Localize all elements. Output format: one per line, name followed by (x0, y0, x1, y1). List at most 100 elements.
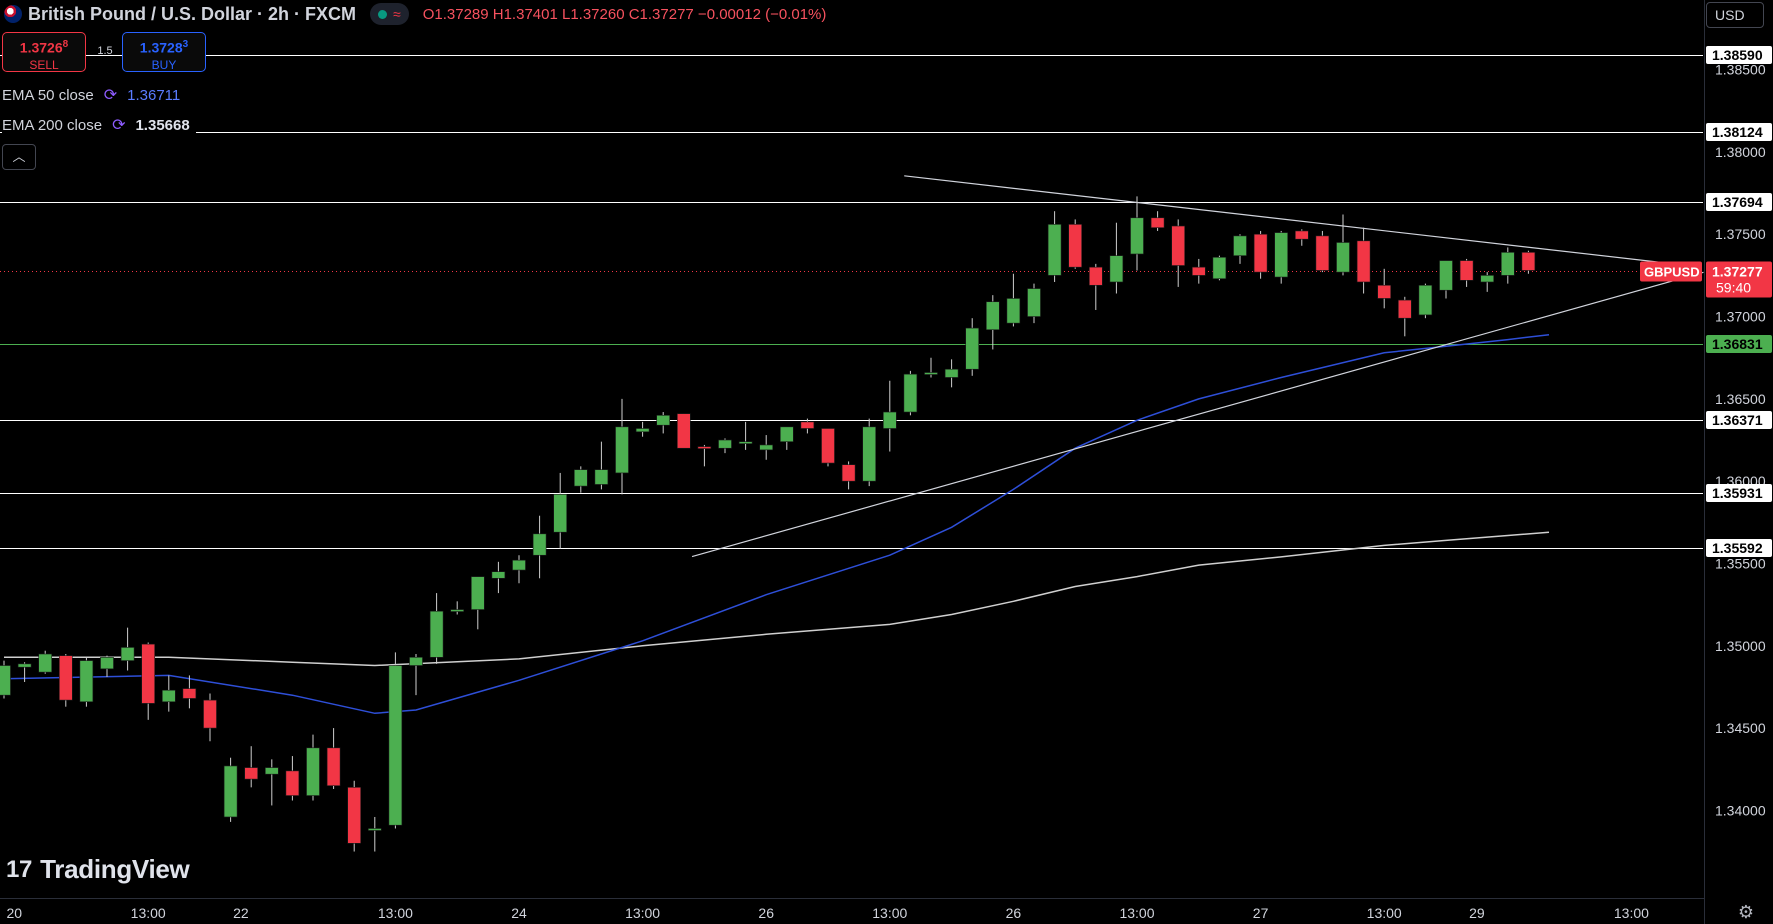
candle (223, 757, 238, 822)
candle-body (1130, 217, 1144, 255)
candle (1068, 219, 1082, 269)
candle-body (182, 688, 197, 699)
wave-icon: ≈ (393, 6, 401, 22)
symbol-title[interactable]: British Pound / U.S. Dollar · 2h · FXCM (28, 4, 356, 25)
candle-body (450, 609, 465, 612)
buy-button[interactable]: 1.37283 BUY (122, 32, 206, 72)
candle-body (656, 415, 671, 426)
chart-background (0, 0, 1773, 924)
ohlc-values: O1.37289 H1.37401 L1.37260 C1.37277 −0.0… (422, 5, 827, 23)
candle-body (326, 747, 341, 786)
candle-body (306, 747, 320, 796)
candle-body (944, 368, 959, 378)
candle-body (924, 372, 938, 375)
candle-body (841, 464, 856, 482)
countdown-label: 59:40 (1716, 280, 1751, 296)
candle-body (285, 770, 300, 796)
x-tick-label: 13:00 (872, 905, 907, 921)
gear-icon[interactable]: ⚙ (1736, 902, 1756, 922)
y-tick-label: 1.38500 (1715, 62, 1766, 78)
y-tick-label: 1.35000 (1715, 638, 1766, 654)
loading-icon: ⟳ (103, 87, 118, 104)
candle-body (367, 828, 382, 831)
candle-body (1521, 252, 1536, 271)
candle-body (697, 446, 712, 449)
sell-button[interactable]: 1.37268 SELL (2, 32, 86, 72)
candle-body (141, 643, 155, 704)
tradingview-mark-icon: 17 (6, 855, 33, 883)
candle-body (100, 656, 114, 670)
x-tick-label: 26 (758, 905, 774, 921)
symbol-tag-label: GBPUSD (1644, 265, 1700, 280)
candle-body (1501, 252, 1515, 276)
level-tag-label: 1.38590 (1712, 47, 1763, 63)
candle (1274, 230, 1288, 284)
candle (38, 650, 53, 674)
candle-body (903, 373, 918, 413)
ema50-value: 1.36711 (127, 86, 181, 104)
candle-body (1109, 255, 1124, 283)
candle-body (1459, 260, 1474, 281)
x-tick-label: 13:00 (1367, 905, 1402, 921)
level-tag-label: 1.36371 (1712, 412, 1763, 428)
currency-selector[interactable]: USD (1706, 2, 1764, 28)
candle-body (0, 665, 11, 696)
candle-body (553, 494, 568, 533)
candle-body (676, 413, 691, 449)
candle-body (491, 571, 506, 579)
candle-body (1150, 217, 1165, 228)
chevron-up-icon[interactable]: ︿ (2, 144, 36, 170)
candle-body (162, 689, 176, 703)
x-tick-label: 22 (233, 905, 249, 921)
candle-body (1068, 224, 1082, 268)
market-status-pill[interactable]: ≈ (370, 3, 409, 25)
candle-body (1418, 284, 1433, 316)
candle-body (347, 787, 362, 844)
price-chart[interactable]: 1.385001.380001.375001.370001.365001.360… (0, 0, 1773, 924)
candle-body (264, 767, 279, 775)
candle (1315, 230, 1330, 273)
candle-body (429, 610, 444, 658)
candle-body (203, 699, 217, 729)
candle-body (223, 765, 238, 818)
ema200-value: 1.35668 (135, 116, 190, 134)
y-tick-label: 1.37500 (1715, 226, 1766, 242)
candle-body (79, 660, 94, 703)
candle-body (1047, 224, 1062, 276)
candle-body (1212, 256, 1227, 279)
y-tick-label: 1.36500 (1715, 391, 1766, 407)
candle-body (1089, 266, 1103, 286)
candle-body (1336, 242, 1350, 273)
candle-body (409, 656, 423, 666)
candle-body (573, 469, 588, 487)
candle (862, 418, 877, 487)
x-tick-label: 13:00 (378, 905, 413, 921)
loading-icon: ⟳ (112, 117, 126, 134)
ema50-legend[interactable]: EMA 50 close ⟳ 1.36711 (2, 82, 187, 108)
y-tick-label: 1.34000 (1715, 802, 1766, 818)
candle-body (388, 665, 403, 826)
y-tick-label: 1.35500 (1715, 555, 1766, 571)
candle (903, 370, 918, 416)
x-tick-label: 13:00 (1119, 905, 1154, 921)
candle-body (1253, 233, 1268, 273)
ema50-label: EMA 50 close (2, 86, 94, 104)
candle-body (244, 767, 258, 780)
candle-body (882, 411, 897, 429)
candle (347, 780, 362, 852)
level-tag-label: 1.38124 (1712, 124, 1763, 140)
candle-body (718, 439, 732, 449)
tradingview-logo[interactable]: 17 TradingView (6, 854, 190, 885)
y-tick-label: 1.34500 (1715, 720, 1766, 736)
candle-body (965, 327, 980, 370)
candle-body (738, 441, 753, 444)
candle-body (58, 655, 73, 701)
candle (0, 660, 11, 699)
ema200-label: EMA 200 close (2, 116, 103, 134)
candle (1521, 250, 1536, 274)
x-tick-label: 20 (7, 905, 23, 921)
candle-body (1006, 298, 1021, 324)
candle-body (759, 444, 774, 451)
level-tag-label: 1.35931 (1712, 485, 1763, 501)
ema200-legend[interactable]: EMA 200 close ⟳ 1.35668 (2, 112, 196, 138)
